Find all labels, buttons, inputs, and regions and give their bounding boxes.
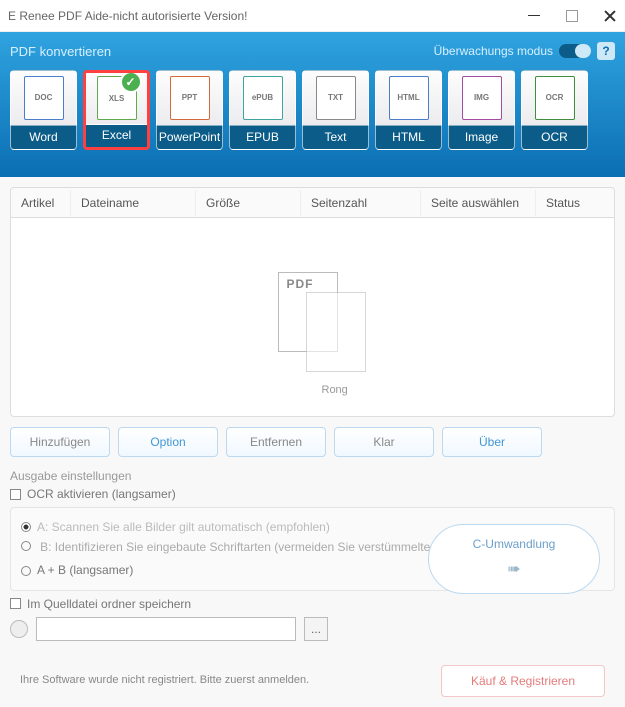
option-button[interactable]: Option xyxy=(118,427,218,457)
doc-icon: HTML xyxy=(376,71,441,125)
checkbox-icon xyxy=(10,489,21,500)
doc-icon: XLS ✓ xyxy=(86,73,147,124)
convert-label: C-Umwandlung xyxy=(473,536,556,553)
checkbox-icon xyxy=(10,598,21,609)
doc-icon: PPT xyxy=(157,71,222,125)
ocr-checkbox-row[interactable]: OCR aktivieren (langsamer) xyxy=(10,487,615,501)
title-bar: E Renee PDF Aide-nicht autorisierte Vers… xyxy=(0,0,625,32)
doc-icon: IMG xyxy=(449,71,514,125)
tile-label: Word xyxy=(11,125,76,149)
action-buttons: Hinzufügen Option Entfernen Klar Über xyxy=(10,427,615,457)
close-button[interactable] xyxy=(603,9,617,23)
file-table: Artikel Dateiname Größe Seitenzahl Seite… xyxy=(10,187,615,417)
output-settings: Ausgabe einstellungen OCR aktivieren (la… xyxy=(10,469,615,641)
th-article: Artikel xyxy=(11,190,71,216)
monitor-toggle[interactable] xyxy=(559,44,591,58)
arrow-icon: ➠ xyxy=(507,559,520,581)
tile-label: Image xyxy=(449,125,514,149)
monitor-label: Überwachungs modus xyxy=(434,44,553,58)
epub-icon: ePUB xyxy=(243,76,283,120)
content: Artikel Dateiname Größe Seitenzahl Seite… xyxy=(0,177,625,707)
add-button[interactable]: Hinzufügen xyxy=(10,427,110,457)
ocr-label: OCR aktivieren (langsamer) xyxy=(27,487,176,501)
window-title: E Renee PDF Aide-nicht autorisierte Vers… xyxy=(8,9,247,23)
radio-icon xyxy=(21,541,31,551)
maximize-button[interactable] xyxy=(565,9,579,23)
excel-icon: XLS ✓ xyxy=(97,76,137,120)
clear-button[interactable]: Klar xyxy=(334,427,434,457)
save-source-label: Im Quelldatei ordner speichern xyxy=(27,597,191,611)
tile-powerpoint[interactable]: PPT PowerPoint xyxy=(156,70,223,150)
ocr-options-box: A: Scannen Sie alle Bilder gilt automati… xyxy=(10,507,615,591)
tile-label: Excel xyxy=(86,124,147,147)
text-icon: TXT xyxy=(316,76,356,120)
cursor-label: Rong xyxy=(322,384,348,396)
table-body-dropzone[interactable]: PDF Rong xyxy=(11,218,614,416)
help-icon[interactable]: ? xyxy=(597,42,615,60)
ribbon-top: PDF konvertieren Überwachungs modus ? xyxy=(10,40,615,62)
folder-icon xyxy=(10,620,28,638)
tile-label: OCR xyxy=(522,125,587,149)
option-b-label: B: Identifizieren Sie eingebaute Schrift… xyxy=(40,540,480,554)
window-controls xyxy=(527,9,617,23)
html-icon: HTML xyxy=(389,76,429,120)
tile-text[interactable]: TXT Text xyxy=(302,70,369,150)
minimize-button[interactable] xyxy=(527,9,541,23)
powerpoint-icon: PPT xyxy=(170,76,210,120)
tile-label: Text xyxy=(303,125,368,149)
table-header: Artikel Dateiname Größe Seitenzahl Seite… xyxy=(11,188,614,218)
pdf-placeholder-icon: PDF Rong xyxy=(278,272,348,362)
pdf-page-icon-2 xyxy=(306,292,366,372)
doc-icon: TXT xyxy=(303,71,368,125)
doc-icon: ePUB xyxy=(230,71,295,125)
monitor-mode: Überwachungs modus ? xyxy=(434,42,615,60)
pdf-tag: PDF xyxy=(287,277,314,291)
tile-word[interactable]: DOC Word xyxy=(10,70,77,150)
output-heading: Ausgabe einstellungen xyxy=(10,469,615,483)
tile-label: PowerPoint xyxy=(157,125,222,149)
remove-button[interactable]: Entfernen xyxy=(226,427,326,457)
page-title: PDF konvertieren xyxy=(10,44,111,59)
tile-epub[interactable]: ePUB EPUB xyxy=(229,70,296,150)
th-selectpage: Seite auswählen xyxy=(421,190,536,216)
radio-icon xyxy=(21,566,31,576)
output-path-row: ... xyxy=(10,617,615,641)
format-tiles: DOC Word XLS ✓ Excel PPT PowerPoint ePUB… xyxy=(10,70,615,150)
browse-button[interactable]: ... xyxy=(304,617,328,641)
th-status: Status xyxy=(536,190,614,216)
word-icon: DOC xyxy=(24,76,64,120)
register-bar: Ihre Software wurde nicht registriert. B… xyxy=(10,665,615,697)
register-button[interactable]: Käuf & Registrieren xyxy=(441,665,605,697)
register-text: Ihre Software wurde nicht registriert. B… xyxy=(20,673,309,688)
image-icon: IMG xyxy=(462,76,502,120)
check-icon: ✓ xyxy=(120,71,142,93)
radio-icon xyxy=(21,522,31,532)
option-a-label: A: Scannen Sie alle Bilder gilt automati… xyxy=(37,519,330,536)
maximize-icon xyxy=(566,10,578,22)
tile-ocr[interactable]: OCR OCR xyxy=(521,70,588,150)
ocr-icon: OCR xyxy=(535,76,575,120)
doc-icon: OCR xyxy=(522,71,587,125)
tile-label: EPUB xyxy=(230,125,295,149)
save-source-row[interactable]: Im Quelldatei ordner speichern xyxy=(10,597,615,611)
output-path-input[interactable] xyxy=(36,617,296,641)
tile-label: HTML xyxy=(376,125,441,149)
close-icon xyxy=(603,9,617,23)
doc-icon: DOC xyxy=(11,71,76,125)
minimize-icon xyxy=(528,15,540,16)
convert-button[interactable]: C-Umwandlung ➠ xyxy=(428,524,600,594)
tile-image[interactable]: IMG Image xyxy=(448,70,515,150)
th-size: Größe xyxy=(196,190,301,216)
about-button[interactable]: Über xyxy=(442,427,542,457)
th-pagecount: Seitenzahl xyxy=(301,190,421,216)
option-ab-label: A + B (langsamer) xyxy=(37,562,133,579)
tile-html[interactable]: HTML HTML xyxy=(375,70,442,150)
ribbon: PDF konvertieren Überwachungs modus ? DO… xyxy=(0,32,625,177)
tile-excel[interactable]: XLS ✓ Excel xyxy=(83,70,150,150)
th-filename: Dateiname xyxy=(71,190,196,216)
